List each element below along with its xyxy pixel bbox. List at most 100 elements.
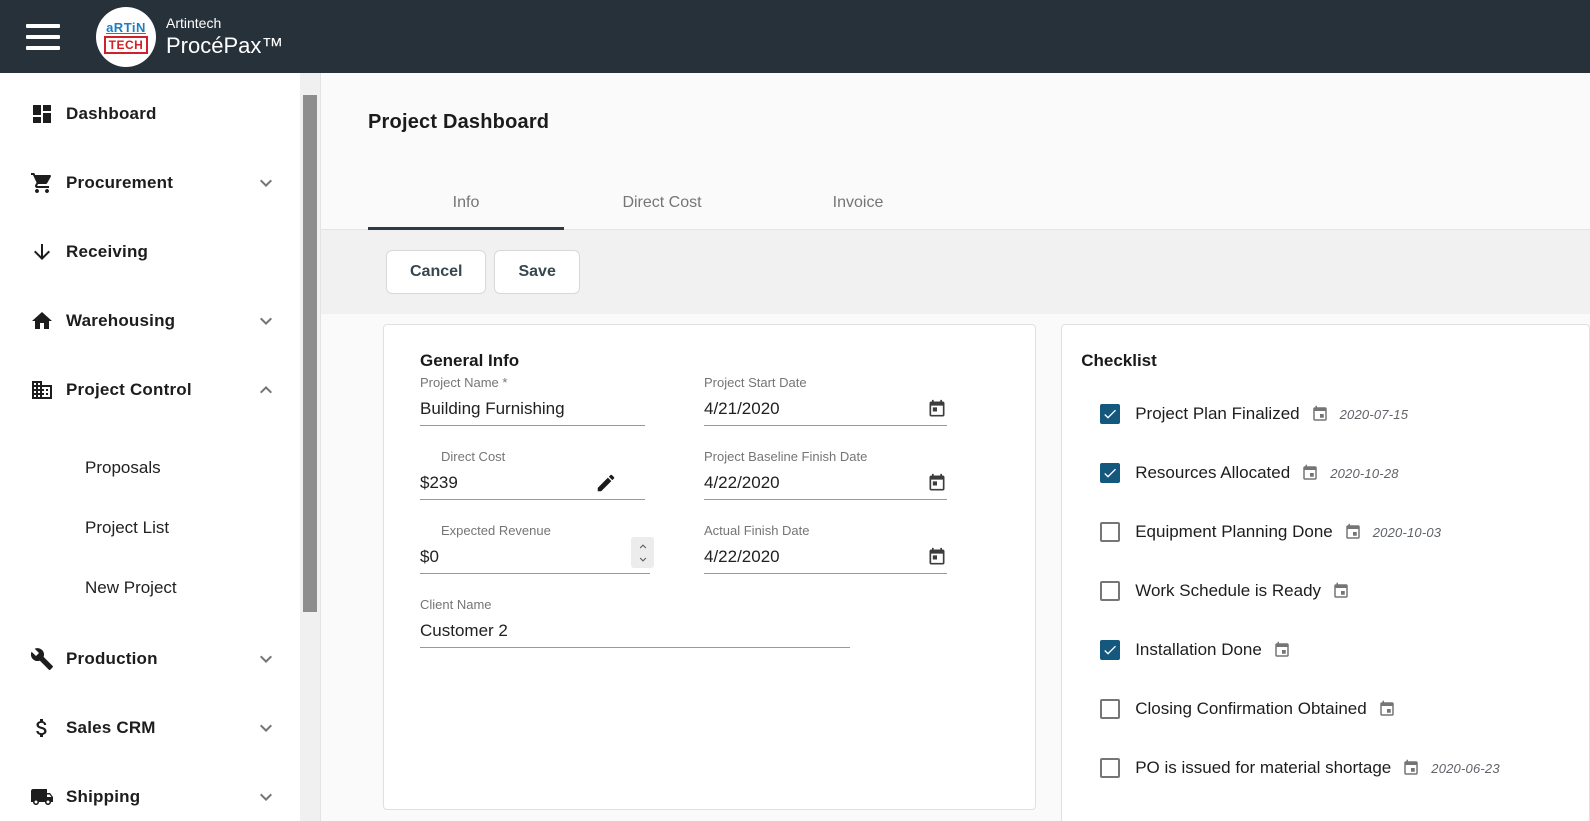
calendar-icon[interactable] (927, 547, 947, 567)
brand-text: Artintech ProcéPax™ (166, 14, 283, 60)
checklist-item: Work Schedule is Ready (1100, 578, 1589, 604)
dollar-icon (30, 716, 54, 740)
checklist-date: 2020-10-03 (1372, 524, 1442, 540)
checkbox[interactable] (1100, 522, 1121, 542)
checklist-item: Equipment Planning Done 2020-10-03 (1100, 519, 1589, 545)
project-start-date-input[interactable]: 4/21/2020 (704, 393, 947, 426)
baseline-finish-date-input[interactable]: 4/22/2020 (704, 467, 947, 500)
form-toolbar: Cancel Save (321, 230, 1590, 314)
project-control-submenu: Proposals Project List New Project (0, 438, 300, 618)
calendar-icon[interactable] (927, 399, 947, 419)
checkbox[interactable] (1100, 463, 1121, 483)
stepper-up-icon (639, 543, 646, 548)
field-client-name: Client Name Customer 2 (420, 597, 964, 648)
sidebar: Dashboard Procurement Receiving Warehous… (0, 73, 300, 821)
app-header: aRTiN TECH Artintech ProcéPax™ (0, 0, 1590, 73)
general-info-card: General Info Project Name * Building Fur… (383, 324, 1037, 810)
checklist-item: Project Plan Finalized 2020-07-15 (1100, 401, 1589, 427)
tab-info[interactable]: Info (368, 176, 564, 230)
check-icon (1104, 468, 1117, 478)
sidebar-item-procurement[interactable]: Procurement (0, 148, 300, 217)
sidebar-item-label: Procurement (66, 172, 174, 192)
actual-finish-date-input[interactable]: 4/22/2020 (704, 541, 947, 574)
calendar-icon[interactable] (1344, 523, 1362, 541)
main-content: Project Dashboard Info Direct Cost Invoi… (321, 73, 1590, 821)
checklist-heading: Checklist (1081, 351, 1157, 370)
calendar-icon[interactable] (927, 473, 947, 493)
cart-icon (30, 171, 54, 195)
tab-direct-cost[interactable]: Direct Cost (564, 176, 760, 229)
sidebar-item-dashboard[interactable]: Dashboard (0, 79, 300, 148)
checkbox[interactable] (1100, 581, 1121, 601)
sidebar-item-proposals[interactable]: Proposals (0, 438, 300, 498)
product-name: ProcéPax™ (166, 32, 284, 58)
logo-text-tech: TECH (103, 35, 149, 54)
dashboard-icon (30, 102, 54, 126)
cancel-button[interactable]: Cancel (386, 250, 487, 294)
sidebar-scrollbar[interactable] (300, 73, 321, 821)
field-label: Project Start Date (704, 375, 807, 390)
expected-revenue-input[interactable]: $0 (420, 537, 654, 574)
general-info-heading: General Info (420, 351, 520, 370)
project-name-input[interactable]: Building Furnishing (420, 393, 645, 426)
truck-icon (30, 785, 54, 809)
tab-invoice[interactable]: Invoice (760, 176, 956, 229)
checklist-item: Installation Done (1100, 637, 1589, 663)
field-label: Actual Finish Date (704, 523, 810, 538)
field-label: Expected Revenue (441, 523, 551, 538)
checkbox[interactable] (1100, 404, 1121, 424)
field-label: Direct Cost (441, 449, 506, 464)
client-name-input[interactable]: Customer 2 (420, 615, 850, 648)
edit-pencil-icon[interactable] (595, 472, 617, 494)
home-icon (30, 309, 54, 333)
sidebar-item-sales-crm[interactable]: Sales CRM (0, 693, 300, 762)
field-label: Project Name * (420, 375, 508, 390)
building-icon (30, 378, 54, 402)
sidebar-item-receiving[interactable]: Receiving (0, 217, 300, 286)
field-baseline-finish-date: Project Baseline Finish Date 4/22/2020 (704, 449, 964, 500)
calendar-icon[interactable] (1402, 759, 1420, 777)
calendar-icon[interactable] (1378, 700, 1396, 718)
sidebar-item-new-project[interactable]: New Project (0, 558, 300, 618)
checklist-item: PO is issued for material shortage 2020-… (1100, 755, 1589, 781)
logo-text-artin: aRTiN (106, 19, 146, 35)
checkbox[interactable] (1100, 640, 1121, 660)
calendar-icon[interactable] (1273, 641, 1291, 659)
field-project-start-date: Project Start Date 4/21/2020 (704, 375, 964, 426)
scrollbar-thumb[interactable] (303, 95, 317, 612)
direct-cost-input[interactable]: $239 (420, 467, 645, 500)
sidebar-item-label: Project Control (66, 379, 192, 399)
field-label: Project Baseline Finish Date (704, 449, 868, 464)
sidebar-item-label: Sales CRM (66, 717, 156, 737)
checkbox[interactable] (1100, 699, 1121, 719)
hamburger-menu-button[interactable] (26, 23, 60, 50)
calendar-icon[interactable] (1311, 405, 1329, 423)
arrow-down-icon (30, 240, 54, 264)
sidebar-item-label: Production (66, 648, 158, 668)
sidebar-item-label: Warehousing (66, 310, 176, 330)
checklist-date: 2020-07-15 (1339, 406, 1409, 422)
sidebar-item-project-list[interactable]: Project List (0, 498, 300, 558)
brand-logo: aRTiN TECH (96, 6, 156, 67)
sidebar-item-project-control[interactable]: Project Control (0, 355, 300, 424)
field-expected-revenue: Expected Revenue $0 (420, 523, 704, 574)
app-root: aRTiN TECH Artintech ProcéPax™ Dashboard… (0, 0, 1590, 821)
calendar-icon[interactable] (1332, 582, 1350, 600)
sidebar-item-label: Receiving (66, 241, 149, 261)
company-name: Artintech (166, 14, 222, 31)
checkbox[interactable] (1100, 758, 1121, 778)
sidebar-item-warehousing[interactable]: Warehousing (0, 286, 300, 355)
checklist-item: Closing Confirmation Obtained (1100, 696, 1589, 722)
field-project-name: Project Name * Building Furnishing (420, 375, 704, 426)
sidebar-item-production[interactable]: Production (0, 624, 300, 693)
number-stepper[interactable] (631, 537, 654, 568)
checklist-date: 2020-06-23 (1431, 760, 1500, 776)
chevron-down-icon (254, 716, 278, 740)
stepper-down-icon (639, 557, 646, 562)
sidebar-item-shipping[interactable]: Shipping (0, 762, 300, 821)
save-button[interactable]: Save (494, 250, 580, 294)
sidebar-item-label: Shipping (66, 786, 141, 806)
chevron-down-icon (254, 309, 278, 333)
checklist-card: Checklist Project Plan Finalized 2020-07… (1061, 324, 1590, 821)
calendar-icon[interactable] (1301, 464, 1319, 482)
